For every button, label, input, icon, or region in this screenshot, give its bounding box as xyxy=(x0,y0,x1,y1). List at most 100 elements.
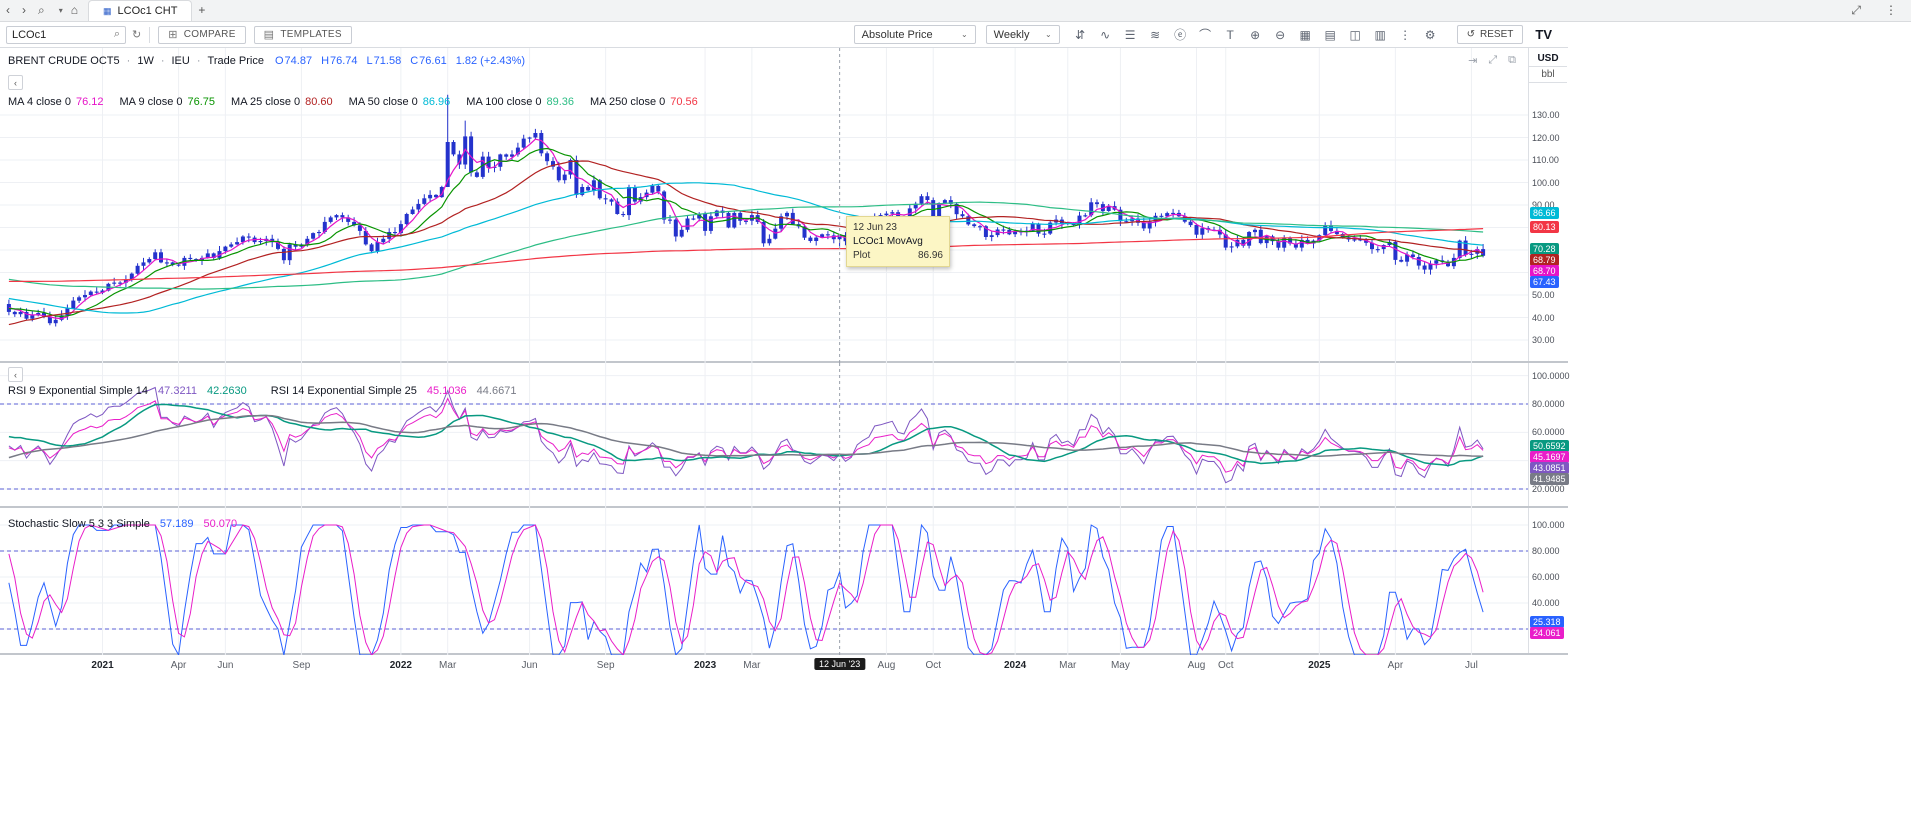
ma-legend-item[interactable]: MA 9 close 076.75 xyxy=(120,96,216,108)
rsi-value: 44.6671 xyxy=(477,385,517,397)
scroll-to-recent-icon[interactable]: ⇥ xyxy=(1468,54,1477,67)
ma-legend-item[interactable]: MA 4 close 076.12 xyxy=(8,96,104,108)
heatmap-icon[interactable]: ▥ xyxy=(1370,25,1391,45)
symbol-description[interactable]: BRENT CRUDE OCT5 xyxy=(8,55,120,67)
stochastic-legend: Stochastic Slow 5 3 3 Simple57.18950.070 xyxy=(8,518,237,530)
time-axis-label: Aug xyxy=(1188,660,1206,671)
stochastic-axis[interactable]: 100.00080.00060.00040.00020.00025.31824.… xyxy=(1528,508,1568,653)
rsi-title-1[interactable]: RSI 9 Exponential Simple 14 xyxy=(8,385,148,397)
reset-label: RESET xyxy=(1480,29,1513,40)
bar-type-icon[interactable]: ⇵ xyxy=(1070,25,1091,45)
stoch-title[interactable]: Stochastic Slow 5 3 3 Simple xyxy=(8,518,150,530)
time-axis-label: Jul xyxy=(1465,660,1478,671)
stochastic-plot[interactable] xyxy=(0,508,1528,655)
browser-tab-bar: ‹ › ⌕ ▾ ⌂ ▦ LCOc1 CHT + ⤢ ⋮ xyxy=(0,0,1911,22)
rsi-title-2[interactable]: RSI 14 Exponential Simple 25 xyxy=(271,385,417,397)
price-axis-label: 120.00 xyxy=(1532,133,1560,143)
ma-legend-item[interactable]: MA 100 close 089.36 xyxy=(466,96,574,108)
tab-lcoc1-cht[interactable]: ▦ LCOc1 CHT xyxy=(88,0,192,21)
more-options-icon[interactable]: ⋮ xyxy=(1395,25,1416,45)
time-axis-label: 2023 xyxy=(694,660,716,671)
data-table-icon[interactable]: ▤ xyxy=(1320,25,1341,45)
ma-line-4 xyxy=(9,139,1483,318)
chart-toolbar: LCOc1 ⌕ ↻ ⊞ COMPARE ▤ TEMPLATES Absolute… xyxy=(0,22,1568,48)
reset-button[interactable]: ↺ RESET xyxy=(1457,25,1524,44)
toolbar-icon-strip: ⇵∿☰≋ⓔ⌒T⊕⊖▦▤◫▥⋮⚙ xyxy=(1070,25,1441,45)
chart-component: 130.00120.00110.00100.0090.0080.0070.006… xyxy=(0,48,1568,677)
price-pane: 130.00120.00110.00100.0090.0080.0070.006… xyxy=(0,48,1568,363)
rsi-axis[interactable]: 100.000080.000060.000040.000020.000050.6… xyxy=(1528,363,1568,506)
window-menu-icon[interactable]: ⋮ xyxy=(1879,0,1903,21)
toolbar-right-group: Absolute Price ⌄ Weekly ⌄ ⇵∿☰≋ⓔ⌒T⊕⊖▦▤◫▥⋮… xyxy=(844,25,1562,45)
search-icon[interactable]: ⌕ xyxy=(32,0,51,21)
tooltip-plot-label: Plot xyxy=(853,250,870,261)
crosshair-date-badge: 12 Jun '23 xyxy=(814,658,865,670)
price-axis-label: 130.00 xyxy=(1532,110,1560,120)
interval-value: Weekly xyxy=(994,29,1030,41)
price-axis[interactable]: 130.00120.00110.00100.0090.0080.0070.006… xyxy=(1528,48,1568,361)
text-tool-icon[interactable]: T xyxy=(1220,25,1241,45)
time-axis-label: Mar xyxy=(439,660,456,671)
grid-layout-icon[interactable]: ▦ xyxy=(1295,25,1316,45)
screenshot-icon[interactable]: ⧉ xyxy=(1508,54,1516,67)
ma-legend-item[interactable]: MA 50 close 086.96 xyxy=(349,96,451,108)
price-mode-dropdown[interactable]: Absolute Price ⌄ xyxy=(854,25,976,44)
rsi-axis-label: 80.0000 xyxy=(1532,399,1565,409)
ohlc-h: H76.74 xyxy=(321,55,357,67)
line-type-icon[interactable]: ∿ xyxy=(1095,25,1116,45)
reset-icon: ↺ xyxy=(1467,29,1475,40)
zoom-out-icon[interactable]: ⊖ xyxy=(1270,25,1291,45)
ma-legend-item[interactable]: MA 25 close 080.60 xyxy=(231,96,333,108)
symbol-input[interactable]: LCOc1 xyxy=(12,29,46,41)
compare-icon: ⊞ xyxy=(168,28,178,41)
axis-value-badge: 86.66 xyxy=(1530,207,1559,219)
symbol-search-box[interactable]: LCOc1 ⌕ xyxy=(6,26,126,44)
rsi-legend: RSI 9 Exponential Simple 14 47.3211 42.263… xyxy=(8,385,516,397)
compare-button[interactable]: ⊞ COMPARE xyxy=(158,26,245,44)
back-icon[interactable]: ‹ xyxy=(0,0,16,21)
ohlc-values: O74.87H76.74L71.58C76.61 xyxy=(275,55,447,67)
stoch-axis-label: 40.000 xyxy=(1532,598,1560,608)
tradingview-logo[interactable]: TV xyxy=(1535,27,1552,42)
collapse-rsi-button[interactable]: ‹ xyxy=(8,367,23,382)
ohlc-c: C76.61 xyxy=(410,55,446,67)
interval-dropdown[interactable]: Weekly ⌄ xyxy=(986,25,1060,44)
rsi-axis-label: 100.0000 xyxy=(1532,371,1570,381)
time-axis-label: Oct xyxy=(1218,660,1234,671)
time-axis-label: Apr xyxy=(1388,660,1404,671)
ma-legend: MA 4 close 076.12 MA 9 close 076.75 MA 25 … xyxy=(8,96,698,108)
indicators-icon[interactable]: ☰ xyxy=(1120,25,1141,45)
events-icon[interactable]: ⓔ xyxy=(1170,25,1191,45)
panel-icon[interactable]: ◫ xyxy=(1345,25,1366,45)
rsi-axis-label: 60.0000 xyxy=(1532,427,1565,437)
time-axis-label: Jun xyxy=(522,660,538,671)
time-axis-label: May xyxy=(1111,660,1130,671)
new-tab-icon[interactable]: + xyxy=(192,0,211,21)
symbol-refresh-icon[interactable]: ↻ xyxy=(132,28,141,41)
rsi-value: 47.3211 xyxy=(158,385,197,397)
measure-icon[interactable]: ⌒ xyxy=(1195,25,1216,45)
price-axis-label: 30.00 xyxy=(1532,335,1555,345)
time-axis[interactable]: 2021AprJunSep2022MarJunSep2023MarAugOct2… xyxy=(0,655,1568,677)
home-icon[interactable]: ⌂ xyxy=(65,0,84,21)
zoom-in-icon[interactable]: ⊕ xyxy=(1245,25,1266,45)
app-window: ‹ › ⌕ ▾ ⌂ ▦ LCOc1 CHT + ⤢ ⋮ LCOc1 ⌕ ↻ ⊞ … xyxy=(0,0,1911,831)
symbol-search-icon[interactable]: ⌕ xyxy=(114,28,120,41)
time-axis-label: 2022 xyxy=(390,660,412,671)
templates-button[interactable]: ▤ TEMPLATES xyxy=(254,26,352,44)
popout-icon[interactable]: ⤢ xyxy=(1845,0,1867,21)
collapse-pane-button[interactable]: ‹ xyxy=(8,75,23,90)
waves-icon[interactable]: ≋ xyxy=(1145,25,1166,45)
rsi-value: 42.2630 xyxy=(207,385,247,397)
axis-currency-toggle[interactable]: USD xyxy=(1529,51,1567,67)
tooltip-series: LCOc1 MovAvg xyxy=(853,236,943,247)
settings-icon[interactable]: ⚙ xyxy=(1420,25,1441,45)
time-axis-label: Oct xyxy=(925,660,941,671)
price-axis-label: 40.00 xyxy=(1532,313,1555,323)
forward-icon[interactable]: › xyxy=(16,0,32,21)
time-axis-label: Mar xyxy=(1059,660,1076,671)
axis-unit-toggle[interactable]: bbl xyxy=(1529,67,1567,83)
axis-value-badge: 80.13 xyxy=(1530,221,1559,233)
ma-legend-item[interactable]: MA 250 close 070.56 xyxy=(590,96,698,108)
maximize-pane-icon[interactable]: ⤢ xyxy=(1488,54,1497,67)
